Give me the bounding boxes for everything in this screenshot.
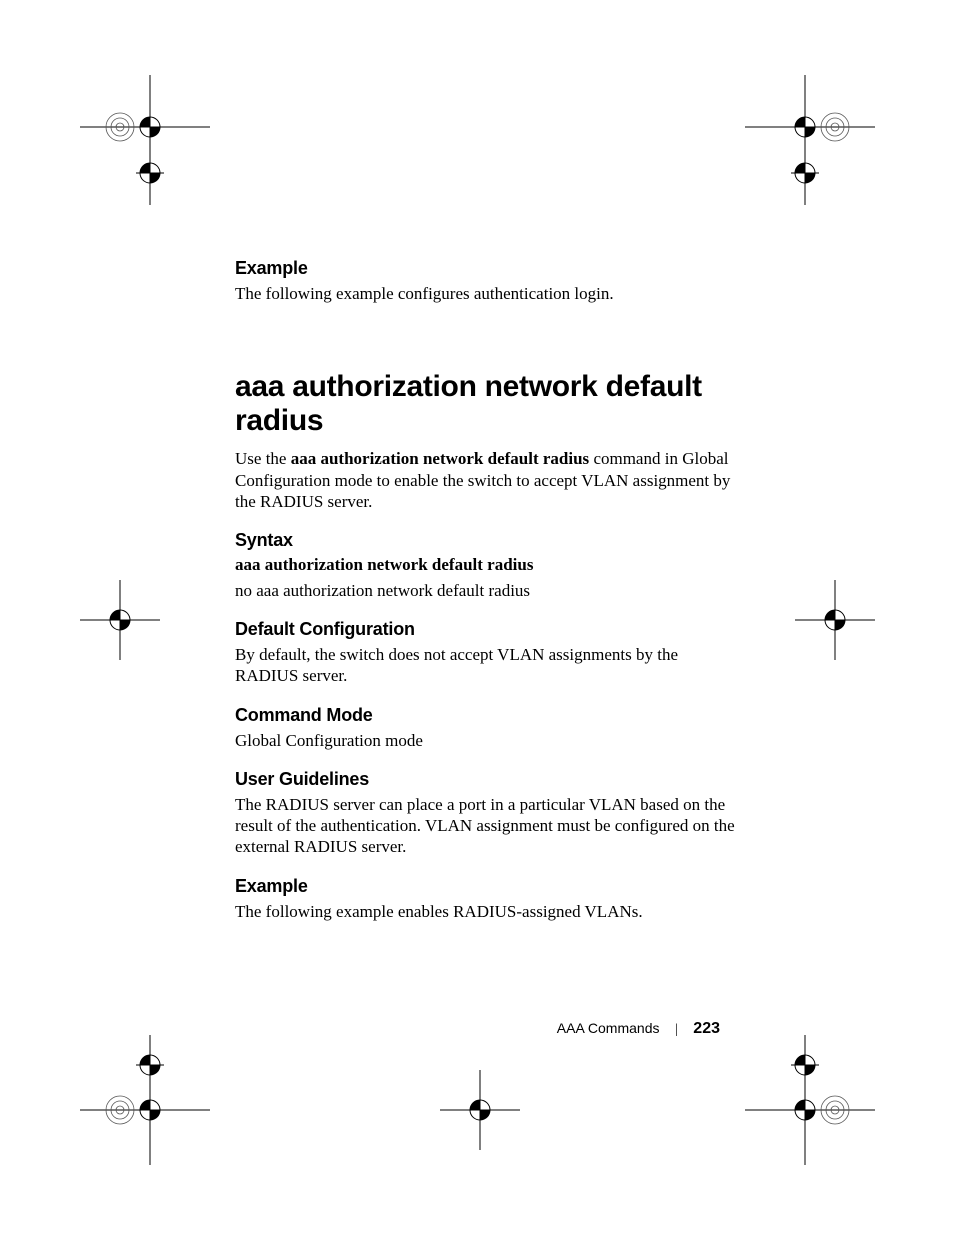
heading-command-mode: Command Mode: [235, 705, 735, 726]
crop-mark-bottom-right: [735, 1025, 875, 1165]
heading-default-config: Default Configuration: [235, 619, 735, 640]
syntax-line-1: aaa authorization network default radius: [235, 555, 735, 575]
intro-prefix: Use the: [235, 449, 291, 468]
crop-mark-left-middle: [80, 580, 160, 660]
heading-example-1: Example: [235, 258, 735, 279]
crop-mark-top-right: [735, 75, 875, 215]
page-content: Example The following example configures…: [235, 258, 735, 936]
text-example-2: The following example enables RADIUS-ass…: [235, 901, 735, 922]
heading-main: aaa authorization network default radius: [235, 370, 735, 438]
footer-separator: |: [675, 1022, 678, 1038]
crop-mark-bottom-left: [80, 1025, 220, 1165]
crop-mark-right-middle: [795, 580, 875, 660]
text-user-guidelines: The RADIUS server can place a port in a …: [235, 794, 735, 858]
text-default-config: By default, the switch does not accept V…: [235, 644, 735, 687]
crop-mark-bottom-center: [440, 1070, 520, 1150]
text-intro: Use the aaa authorization network defaul…: [235, 448, 735, 512]
heading-user-guidelines: User Guidelines: [235, 769, 735, 790]
text-command-mode: Global Configuration mode: [235, 730, 735, 751]
page-footer: AAA Commands | 223: [0, 1020, 720, 1038]
syntax-line-2: no aaa authorization network default rad…: [235, 581, 735, 601]
footer-label: AAA Commands: [557, 1020, 660, 1036]
text-example-1: The following example configures authent…: [235, 283, 735, 304]
heading-syntax: Syntax: [235, 530, 735, 551]
footer-page-number: 223: [693, 1020, 720, 1037]
crop-mark-top-left: [80, 75, 220, 215]
heading-example-2: Example: [235, 876, 735, 897]
intro-bold: aaa authorization network default radius: [291, 449, 589, 468]
